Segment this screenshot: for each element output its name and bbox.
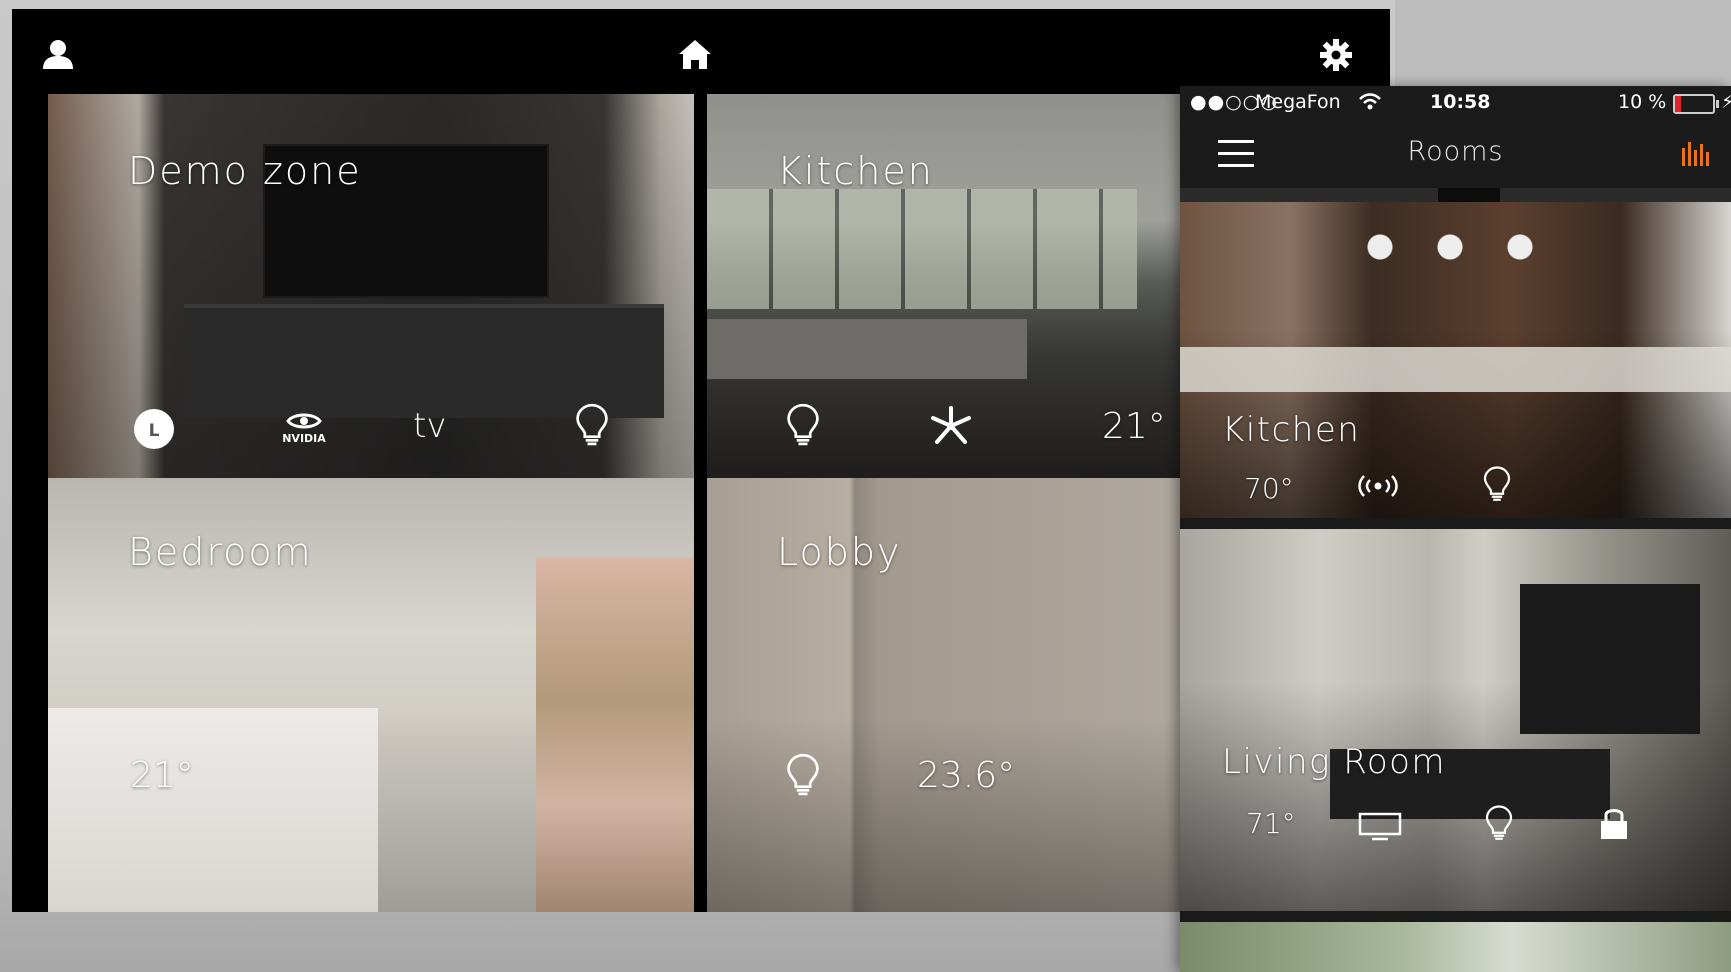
room-card-next[interactable] [1180,922,1731,972]
room-tile-demo-zone[interactable]: Demo zone L NVIDIA tv [48,94,694,515]
gear-icon[interactable] [1318,37,1354,73]
home-icon[interactable] [677,37,713,73]
room-title: Kitchen [1222,410,1361,450]
apple-tv-icon[interactable]: tv [413,406,446,446]
apple-tv-label: tv [413,406,447,446]
temperature-readout: 70° [1244,472,1294,505]
nvidia-label: NVIDIA [282,432,326,445]
room-tile-bedroom[interactable]: Bedroom 21° [48,478,694,912]
room-title: Lobby [777,530,902,574]
tv-icon[interactable] [1358,812,1402,842]
battery-icon [1673,94,1719,114]
room-title: Living Room [1222,742,1447,782]
user-icon[interactable] [40,37,76,73]
kitchen-counter [1180,347,1731,392]
room-title: Kitchen [777,149,934,193]
dollhouse [536,558,694,912]
nvidia-logo-icon[interactable]: NVIDIA [274,412,334,445]
lightbulb-icon[interactable] [574,402,610,448]
fan-icon[interactable] [927,404,975,448]
temperature-readout: 23.6° [917,755,1016,796]
wall-cabinet [1520,584,1700,734]
wireless-icon[interactable] [1356,472,1400,500]
room-title: Demo zone [128,149,362,193]
clock: 10:58 [1430,91,1491,113]
temperature-readout: 21° [1102,406,1166,447]
lightbulb-icon[interactable] [1482,464,1512,504]
room-card-kitchen[interactable]: Kitchen 70° [1180,202,1731,518]
equalizer-icon[interactable] [1680,138,1710,168]
bed [48,708,378,912]
temperature-readout: 21° [130,755,194,796]
wifi-icon [1359,93,1381,110]
lg-logo-icon[interactable]: L [131,406,177,452]
window-panes [707,189,1137,309]
status-bar: ●●○○○ MegaFon 10:58 10 % ⚡ [1180,86,1731,118]
battery-percent: 10 % [1618,91,1667,113]
scroll-indicator [1180,188,1731,202]
top-bar [12,9,1390,94]
svg-text:L: L [149,421,160,441]
room-tile-kitchen[interactable]: Kitchen 21° [707,94,1217,515]
media-console [184,304,664,418]
lightbulb-icon[interactable] [1484,803,1514,843]
pendant-lights [1360,232,1600,262]
room-title: Bedroom [128,530,313,574]
lightbulb-icon[interactable] [785,402,821,448]
phone-device: ●●○○○ MegaFon 10:58 10 % ⚡ Rooms Kitchen… [1180,86,1731,972]
room-card-living-room[interactable]: Living Room 71° [1180,529,1731,911]
temperature-readout: 71° [1246,807,1296,840]
lightbulb-icon[interactable] [785,752,821,798]
nav-bar: Rooms [1180,118,1731,188]
carrier-label: MegaFon [1255,91,1341,113]
lock-icon[interactable] [1598,805,1630,841]
charging-icon: ⚡ [1721,91,1731,113]
kitchen-island [707,319,1027,379]
page-title: Rooms [1407,136,1504,167]
room-tile-lobby[interactable]: Lobby 23.6° [707,478,1217,912]
room-photo [1180,922,1731,972]
